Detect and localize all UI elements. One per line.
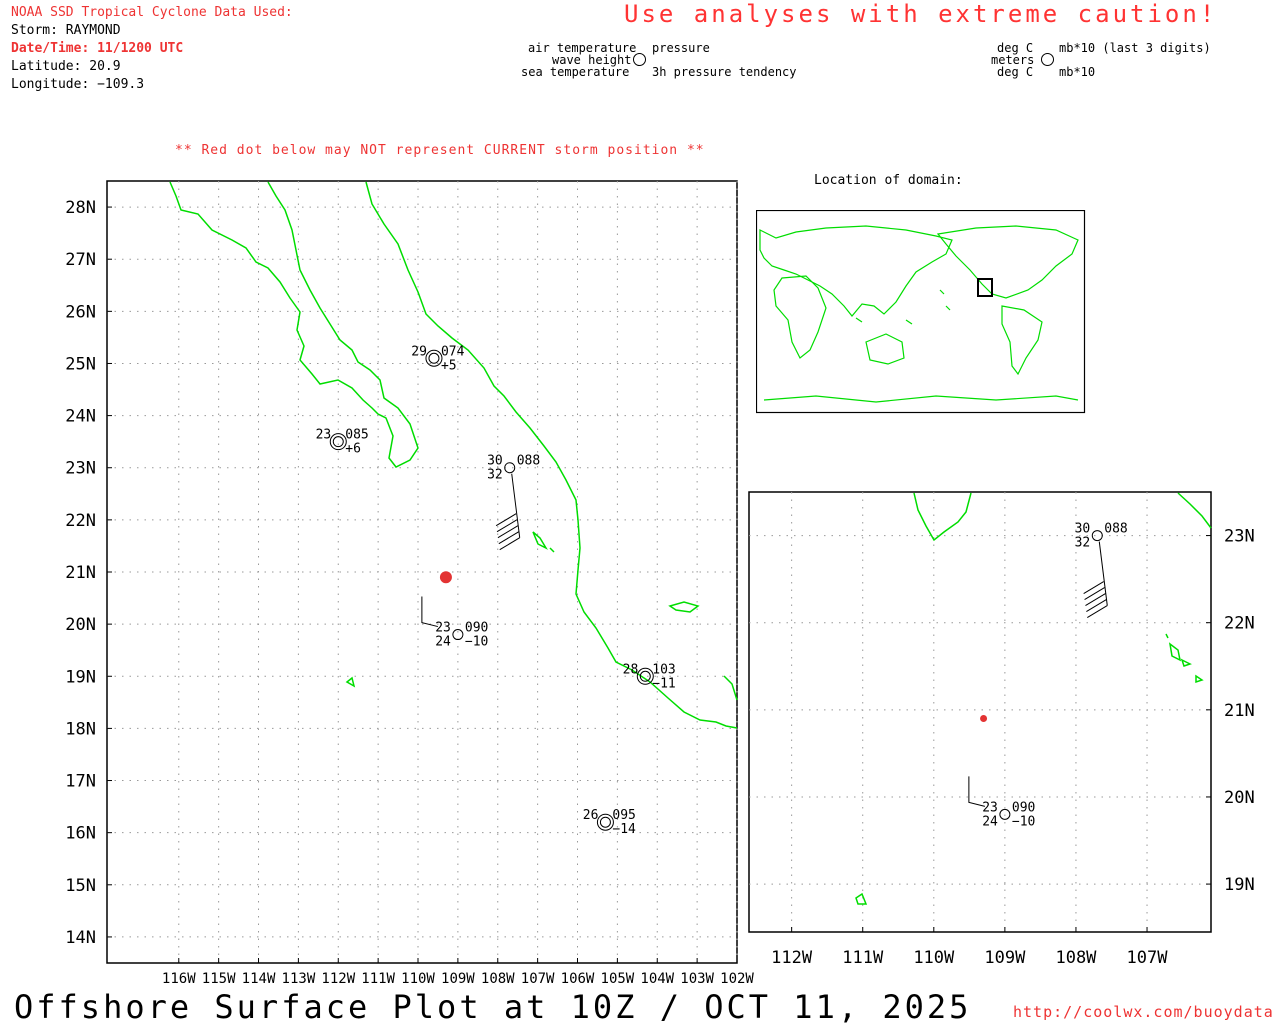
lon-label: 111W: [842, 948, 884, 968]
lon-label: 112W: [771, 948, 813, 968]
lon-label: 108W: [1055, 948, 1097, 968]
inset-map-stations: 30 088 32 23 090 24 −10: [968, 522, 1128, 829]
wind-barb-staff: [1098, 541, 1108, 606]
inset-storm-position-marker: [980, 715, 988, 723]
wind-barb-flag: [1085, 593, 1106, 606]
inset-islas-marias: [1165, 633, 1204, 684]
station-circle-icon: [1091, 530, 1103, 542]
station-pressure: 090: [1012, 800, 1035, 815]
station-pressure: 088: [1104, 522, 1127, 537]
inset-map-lat-labels: 23N 22N 21N 20N 19N: [1224, 527, 1255, 896]
lat-label: 23N: [1224, 527, 1255, 547]
lat-label: 19N: [1224, 875, 1255, 895]
station-air: 23: [982, 800, 998, 815]
inset-map-grid: [749, 492, 1211, 932]
inset-map: 23N 22N 21N 20N 19N 112W 111W 110W 109W 108W 107W…: [748, 491, 1255, 968]
lon-label: 107W: [1127, 948, 1169, 968]
inset-map-frame: [748, 491, 1212, 933]
lat-label: 22N: [1224, 614, 1255, 634]
wind-barb-flag: [1086, 599, 1107, 612]
station-circle-icon: [999, 808, 1011, 820]
wind-barb-flag: [1084, 587, 1105, 600]
inset-socorro-island: [855, 892, 868, 905]
inset-map-lon-labels: 112W 111W 110W 109W 108W 107W: [771, 948, 1168, 968]
wind-barb-flag: [1083, 581, 1104, 594]
plot-title: Offshore Surface Plot at 10Z / OCT 11, 2…: [14, 988, 972, 1026]
lon-label: 109W: [984, 948, 1026, 968]
inset-baja-coast: [913, 492, 972, 542]
lat-label: 21N: [1224, 701, 1255, 721]
wind-barb-flag: [1087, 605, 1108, 618]
station-tendency: −10: [1012, 814, 1035, 829]
lon-label: 110W: [913, 948, 955, 968]
station-plot: 30 088 32: [1075, 522, 1128, 551]
inset-mainland-coast: [1177, 492, 1212, 529]
station-sea: 32: [1075, 536, 1091, 551]
lat-label: 20N: [1224, 788, 1255, 808]
station-plot: 23 090 24 −10: [982, 800, 1035, 829]
station-air: 30: [1075, 522, 1091, 537]
station-sea: 24: [982, 814, 998, 829]
wind-barb: [1083, 541, 1108, 618]
source-url-link[interactable]: http://coolwx.com/buoydata: [1013, 1003, 1274, 1021]
